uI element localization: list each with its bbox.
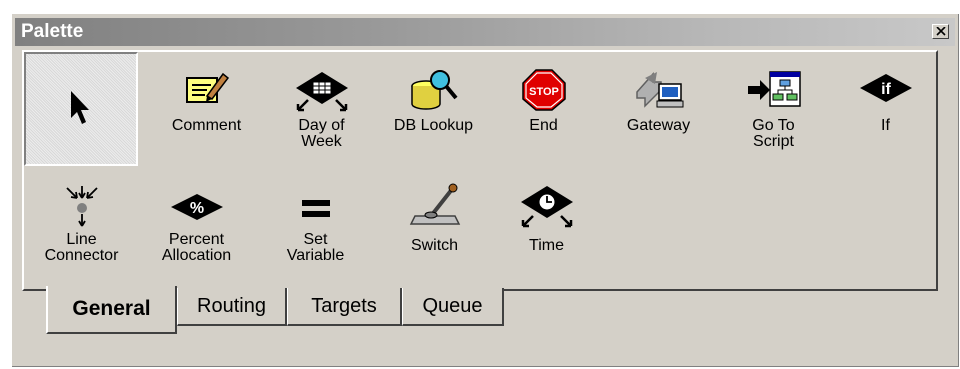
tool-gateway[interactable]: Gateway xyxy=(601,52,716,164)
equals-icon xyxy=(301,200,330,217)
notepad-pencil-icon xyxy=(185,72,229,103)
tool-percent-allocation[interactable]: % Percent Allocation xyxy=(139,170,254,282)
switch-lever-icon xyxy=(409,183,460,225)
tool-set-variable[interactable]: Set Variable xyxy=(258,170,373,282)
tool-go-to-script[interactable]: Go To Script xyxy=(716,52,831,164)
tool-if[interactable]: if If xyxy=(828,52,943,164)
svg-text:%: % xyxy=(189,200,203,217)
clock-diamond-icon xyxy=(520,186,573,228)
tool-time[interactable]: Time xyxy=(489,170,604,282)
tool-switch[interactable]: Switch xyxy=(377,170,492,282)
close-button[interactable] xyxy=(932,24,949,39)
close-icon xyxy=(936,27,946,36)
tool-label: If xyxy=(881,117,890,134)
tab-queue[interactable]: Queue xyxy=(402,288,504,326)
tab-general[interactable]: General xyxy=(46,286,177,334)
percent-diamond-icon: % xyxy=(170,194,223,220)
title-bar[interactable]: Palette xyxy=(15,18,955,46)
svg-text:STOP: STOP xyxy=(529,86,559,98)
go-to-script-icon xyxy=(747,71,801,107)
svg-text:if: if xyxy=(881,81,891,98)
tool-label: Set Variable xyxy=(286,231,345,264)
tool-label: Switch xyxy=(410,237,459,254)
tool-line-connector[interactable]: Line Connector xyxy=(24,170,139,282)
stop-sign-icon: STOP xyxy=(521,69,566,111)
if-diamond-icon: if xyxy=(859,74,912,102)
tool-end[interactable]: STOP End xyxy=(486,52,601,164)
tool-label: Day of Week xyxy=(298,117,345,150)
tool-comment[interactable]: Comment xyxy=(149,52,264,164)
tab-targets[interactable]: Targets xyxy=(287,288,402,326)
tool-panel: Comment Day of Week DB Lookup STOP End G… xyxy=(22,50,938,291)
tool-label: End xyxy=(529,117,558,134)
tool-label: Percent Allocation xyxy=(161,231,232,264)
tool-day-of-week[interactable]: Day of Week xyxy=(264,52,379,164)
gateway-computer-icon xyxy=(635,72,683,108)
tool-label: DB Lookup xyxy=(393,117,474,134)
tool-label: Go To Script xyxy=(752,117,795,150)
database-magnifier-icon xyxy=(410,70,458,110)
tool-label: Comment xyxy=(171,117,242,134)
tool-db-lookup[interactable]: DB Lookup xyxy=(376,52,491,164)
tool-label: Time xyxy=(529,237,564,254)
arrow-pointer-icon xyxy=(71,91,89,124)
window-title: Palette xyxy=(21,21,84,42)
line-connector-icon xyxy=(65,186,98,227)
tab-routing[interactable]: Routing xyxy=(177,288,287,326)
tool-label: Line Connector xyxy=(44,231,119,264)
tool-label: Gateway xyxy=(626,117,691,134)
calendar-diamond-icon xyxy=(295,72,348,112)
tool-pointer[interactable] xyxy=(24,52,138,166)
